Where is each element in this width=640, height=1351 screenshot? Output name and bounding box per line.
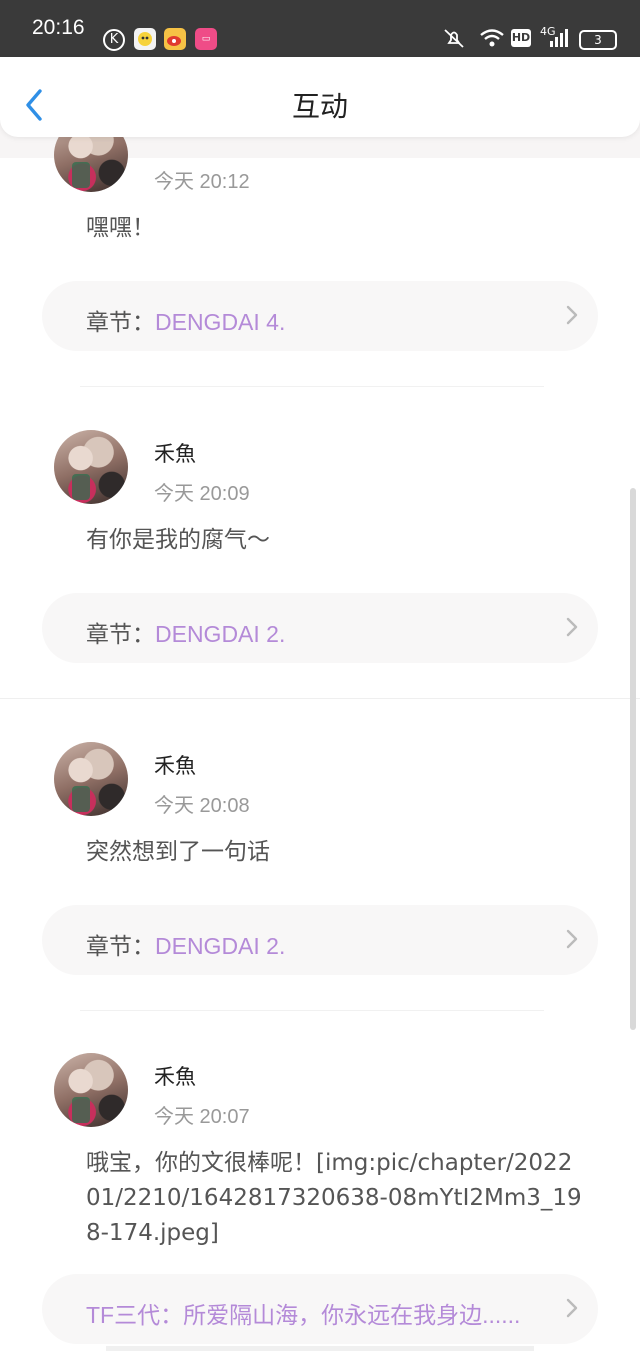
user-name[interactable]: 禾魚 (154, 438, 196, 468)
chapter-label: 章节： (86, 622, 155, 648)
chapter-label: 章节： (86, 310, 155, 336)
timestamp: 今天 20:12 (154, 171, 250, 193)
chapter-value: DENGDAI 2. (155, 621, 286, 647)
chapter-link[interactable]: 章节：DENGDAI 2. (42, 905, 598, 975)
timestamp: 今天 20:08 (154, 795, 250, 817)
avatar[interactable] (54, 430, 128, 504)
chevron-right-icon (566, 305, 578, 325)
chevron-right-icon (566, 1298, 578, 1318)
timestamp: 今天 20:09 (154, 483, 250, 505)
interaction-list[interactable]: 今天 20:12 嘿嘿！ 章节：DENGDAI 4. 禾魚 今天 20:09 有… (0, 0, 640, 1351)
chapter-link[interactable]: TF三代：所爱隔山海，你永远在我身边...... (42, 1274, 598, 1344)
divider (80, 386, 544, 387)
comment-text: 突然想到了一句话 (86, 839, 270, 865)
divider (80, 1010, 544, 1011)
chapter-value: DENGDAI 4. (155, 309, 286, 335)
top-bar: 互动 (0, 57, 640, 137)
avatar[interactable] (54, 1053, 128, 1127)
user-name[interactable]: 禾魚 (154, 1061, 196, 1091)
chapter-link[interactable]: 章节：DENGDAI 2. (42, 593, 598, 663)
comment-text: 有你是我的腐气～ (86, 527, 270, 553)
avatar[interactable] (54, 742, 128, 816)
timestamp: 今天 20:07 (154, 1106, 250, 1128)
chapter-value: DENGDAI 2. (155, 933, 286, 959)
user-name[interactable]: 禾魚 (154, 750, 196, 780)
chapter-label: 章节： (86, 934, 155, 960)
chevron-right-icon (566, 929, 578, 949)
chevron-right-icon (566, 617, 578, 637)
comment-text: 哦宝，你的文很棒呢！[img:pic/chapter/202201/2210/1… (86, 1150, 582, 1246)
chapter-link[interactable]: 章节：DENGDAI 4. (42, 281, 598, 351)
comment-text: 嘿嘿！ (86, 215, 155, 241)
scrollbar[interactable] (630, 488, 636, 1030)
divider (0, 698, 640, 699)
page-title: 互动 (291, 90, 348, 123)
chapter-value: TF三代：所爱隔山海，你永远在我身边...... (86, 1302, 521, 1328)
bottom-strip (106, 1346, 534, 1351)
